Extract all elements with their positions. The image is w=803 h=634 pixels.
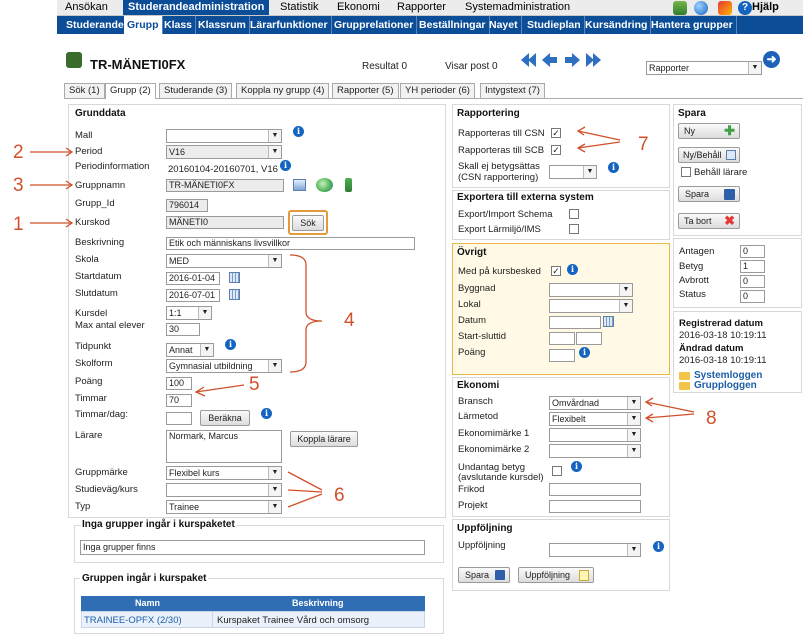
annotation-label-6: 6 (334, 485, 345, 506)
annotation-arrow-6b (287, 489, 323, 493)
annotation-brace-4 (289, 254, 323, 373)
annotation-label-8: 8 (706, 408, 717, 429)
annotation-arrow-7a-head (576, 126, 586, 136)
annotation-arrow-6c (287, 493, 323, 508)
annotation-arrow-8a (645, 401, 695, 413)
annotation-arrow-6a (287, 471, 323, 491)
annotation-label-5: 5 (249, 374, 260, 395)
annotation-arrow-8a-head (644, 397, 654, 407)
annotation-label-1: 1 (13, 214, 24, 235)
annotation-label-3: 3 (13, 175, 24, 196)
annotation-arrow-7a (577, 130, 621, 141)
annotation-label-4: 4 (344, 310, 355, 331)
annotation-label-2: 2 (13, 142, 24, 163)
annotation-arrow-5 (195, 384, 245, 393)
annotation-label-7: 7 (638, 134, 649, 155)
annotation-overlay (30, 126, 695, 508)
